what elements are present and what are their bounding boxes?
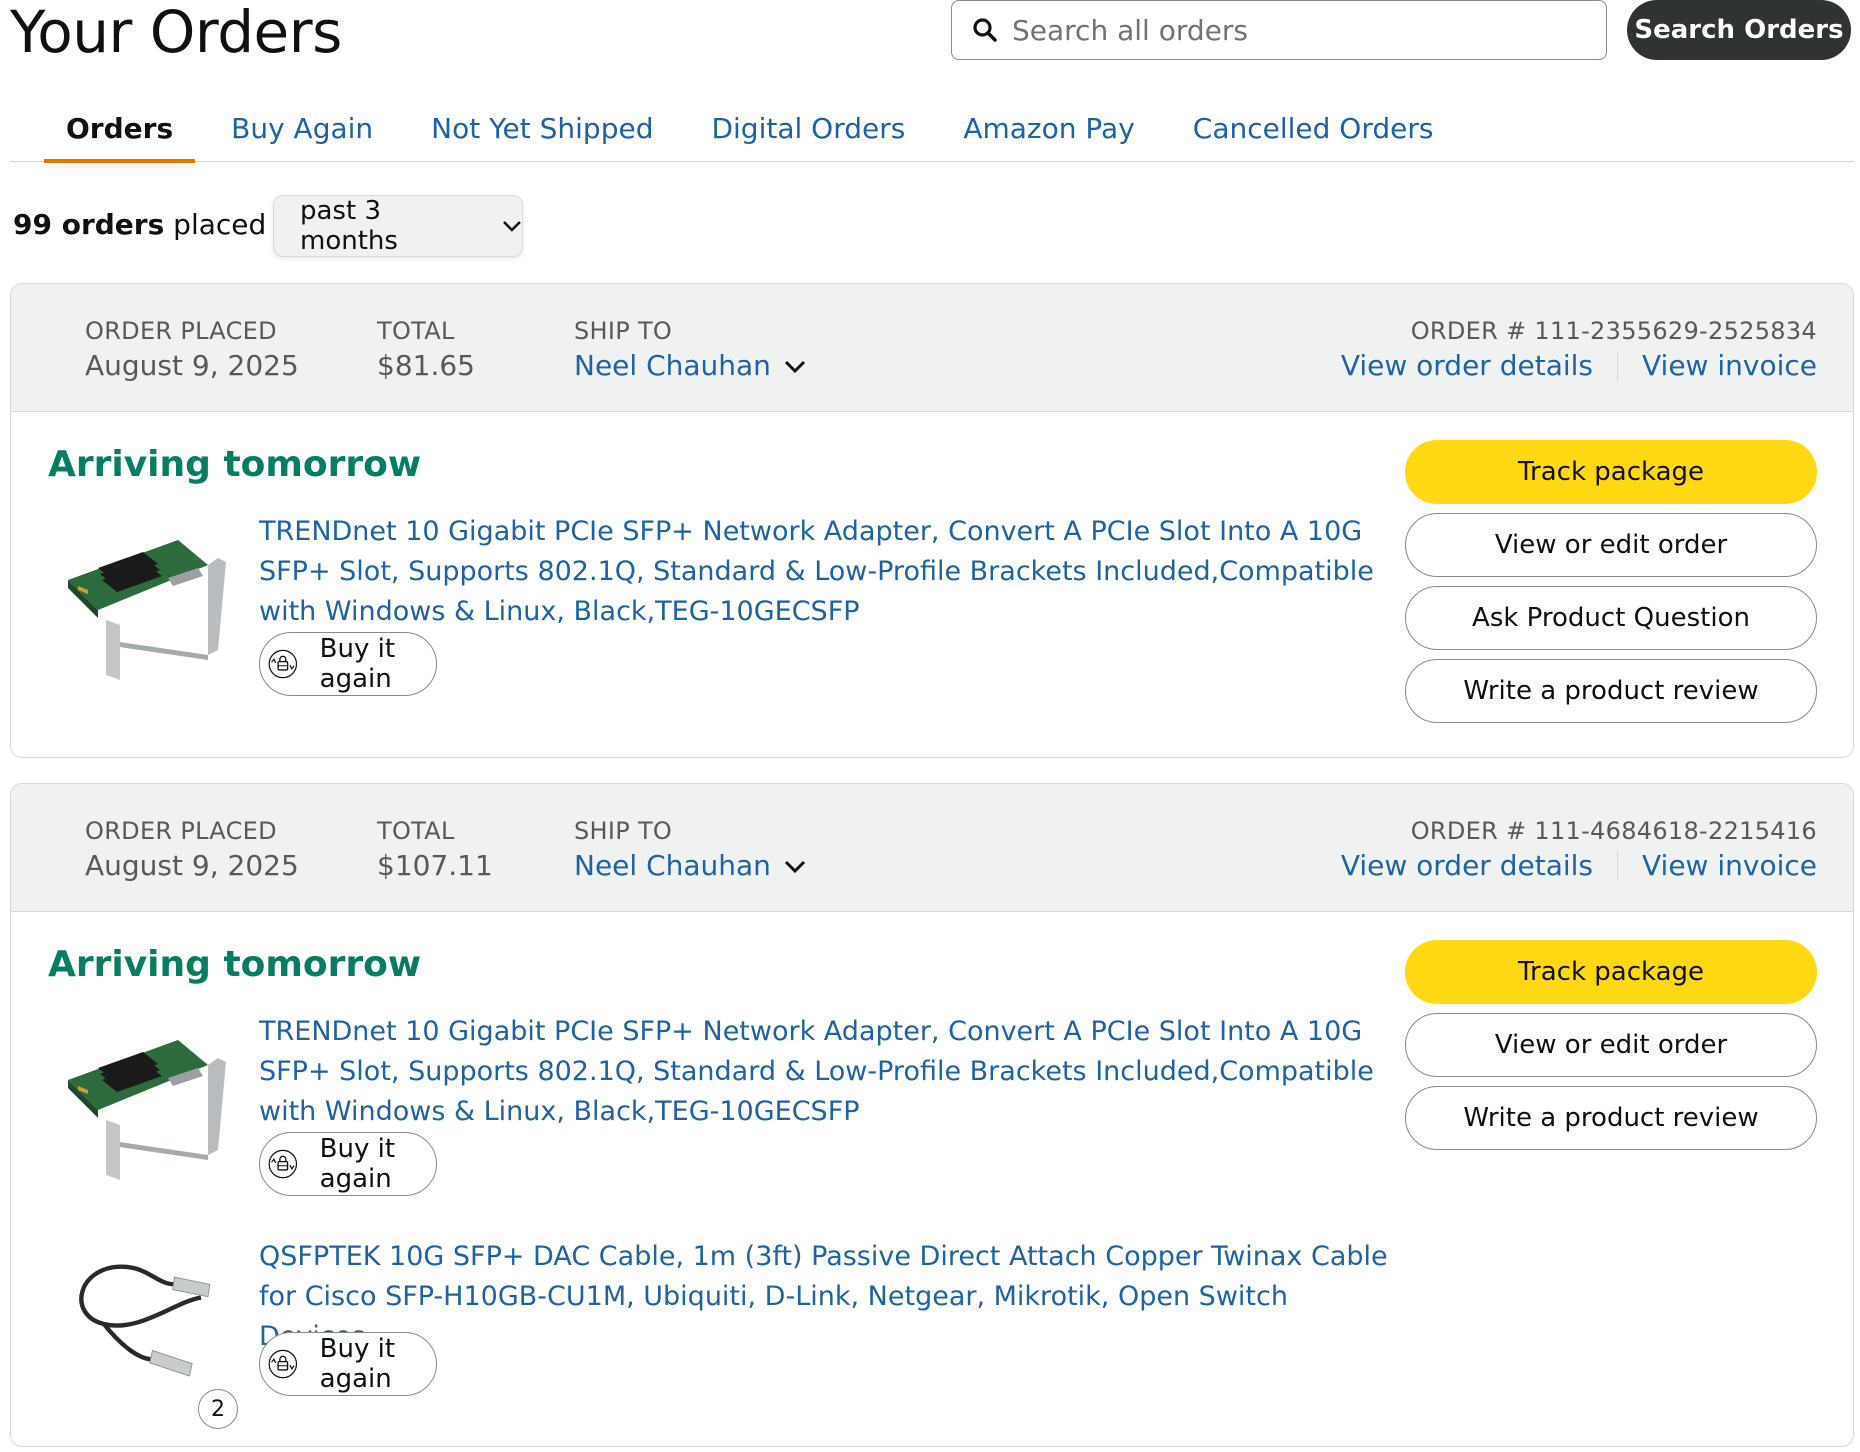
- view-invoice-link[interactable]: View invoice: [1642, 846, 1817, 886]
- order-placed-col: ORDER PLACED August 9, 2025: [85, 316, 299, 386]
- order-tabs: Orders Buy Again Not Yet Shipped Digital…: [10, 100, 1854, 163]
- track-package-button[interactable]: Track package: [1405, 440, 1817, 504]
- order-total: $107.11: [377, 849, 493, 882]
- product-title-link[interactable]: TRENDnet 10 Gigabit PCIe SFP+ Network Ad…: [259, 1012, 1379, 1132]
- total-col: TOTAL $81.65: [377, 316, 475, 386]
- order-date: August 9, 2025: [85, 849, 299, 882]
- buy-again-icon: [268, 1139, 298, 1189]
- ship-to-col: SHIP TO Neel Chauhan: [574, 316, 807, 386]
- product-image[interactable]: [58, 1249, 238, 1399]
- product-title-link[interactable]: QSFPTEK 10G SFP+ DAC Cable, 1m (3ft) Pas…: [259, 1237, 1399, 1357]
- buy-again-icon: [268, 1339, 298, 1389]
- buy-it-again-label: Buy it again: [319, 634, 396, 694]
- tab-not-yet-shipped[interactable]: Not Yet Shipped: [431, 100, 653, 162]
- search-icon: [973, 18, 997, 42]
- order-header: ORDER PLACED August 9, 2025 TOTAL $81.65…: [11, 284, 1853, 412]
- total-label: TOTAL: [377, 317, 455, 345]
- order-actions: Track package View or edit order Write a…: [1405, 940, 1817, 1150]
- buy-it-again-button[interactable]: Buy it again: [259, 1132, 438, 1196]
- write-review-button[interactable]: Write a product review: [1405, 1086, 1817, 1150]
- tab-digital-orders[interactable]: Digital Orders: [711, 100, 905, 162]
- order-card: ORDER PLACED August 9, 2025 TOTAL $107.1…: [10, 783, 1854, 1447]
- delivery-status: Arriving tomorrow: [48, 944, 422, 985]
- order-body: Arriving tomorrow TRENDnet 10 Gigabit PC…: [11, 912, 1853, 1446]
- delivery-status: Arriving tomorrow: [48, 444, 422, 485]
- chevron-down-icon: [784, 360, 805, 374]
- search-box[interactable]: [951, 0, 1607, 60]
- ask-product-question-button[interactable]: Ask Product Question: [1405, 586, 1817, 650]
- chevron-down-icon: [503, 221, 521, 232]
- buy-it-again-button[interactable]: Buy it again: [259, 632, 438, 696]
- buy-it-again-label: Buy it again: [319, 1334, 396, 1394]
- product-image[interactable]: [58, 1020, 238, 1190]
- product-image[interactable]: [58, 520, 238, 690]
- ship-to-label: SHIP TO: [574, 317, 673, 345]
- order-number-col: ORDER # 111-2355629-2525834 View order d…: [1341, 316, 1817, 386]
- order-number: ORDER # 111-2355629-2525834: [1410, 317, 1817, 345]
- ship-to-name: Neel Chauhan: [574, 849, 771, 882]
- view-order-details-link[interactable]: View order details: [1341, 846, 1593, 886]
- order-number: ORDER # 111-4684618-2215416: [1410, 817, 1817, 845]
- period-dropdown[interactable]: past 3 months: [273, 195, 523, 257]
- search-orders-button[interactable]: Search Orders: [1627, 0, 1851, 60]
- buy-it-again-button[interactable]: Buy it again: [259, 1332, 438, 1396]
- order-actions: Track package View or edit order Ask Pro…: [1405, 440, 1817, 723]
- tab-cancelled-orders[interactable]: Cancelled Orders: [1193, 100, 1434, 162]
- total-col: TOTAL $107.11: [377, 816, 493, 886]
- view-invoice-link[interactable]: View invoice: [1642, 346, 1817, 386]
- order-card: ORDER PLACED August 9, 2025 TOTAL $81.65…: [10, 283, 1854, 758]
- search-input[interactable]: [1012, 13, 1572, 47]
- ship-to-col: SHIP TO Neel Chauhan: [574, 816, 807, 886]
- tab-orders[interactable]: Orders: [43, 100, 196, 163]
- product-title-link[interactable]: TRENDnet 10 Gigabit PCIe SFP+ Network Ad…: [259, 512, 1379, 632]
- order-header: ORDER PLACED August 9, 2025 TOTAL $107.1…: [11, 784, 1853, 912]
- divider: [1617, 351, 1619, 381]
- order-placed-col: ORDER PLACED August 9, 2025: [85, 816, 299, 886]
- order-number-col: ORDER # 111-4684618-2215416 View order d…: [1341, 816, 1817, 886]
- order-placed-label: ORDER PLACED: [85, 817, 277, 845]
- page-title: Your Orders: [10, 0, 342, 66]
- view-edit-order-button[interactable]: View or edit order: [1405, 1013, 1817, 1077]
- period-value: past 3 months: [300, 196, 398, 256]
- order-body: Arriving tomorrow TRENDnet 10 Gigabit PC…: [11, 412, 1853, 757]
- order-count: 99 orders placed in: [13, 208, 301, 241]
- tab-buy-again[interactable]: Buy Again: [231, 100, 373, 162]
- track-package-button[interactable]: Track package: [1405, 940, 1817, 1004]
- ship-to-label: SHIP TO: [574, 817, 673, 845]
- view-order-details-link[interactable]: View order details: [1341, 346, 1593, 386]
- ship-to-name: Neel Chauhan: [574, 349, 771, 382]
- divider: [1617, 851, 1619, 881]
- write-review-button[interactable]: Write a product review: [1405, 659, 1817, 723]
- order-total: $81.65: [377, 349, 475, 382]
- order-date: August 9, 2025: [85, 349, 299, 382]
- total-label: TOTAL: [377, 817, 455, 845]
- quantity-badge: 2: [198, 1389, 238, 1429]
- order-placed-label: ORDER PLACED: [85, 317, 277, 345]
- ship-to-dropdown[interactable]: Neel Chauhan: [574, 346, 807, 386]
- buy-it-again-label: Buy it again: [319, 1134, 396, 1194]
- buy-again-icon: [268, 639, 298, 689]
- order-count-number: 99 orders: [13, 208, 165, 241]
- ship-to-dropdown[interactable]: Neel Chauhan: [574, 846, 807, 886]
- view-edit-order-button[interactable]: View or edit order: [1405, 513, 1817, 577]
- tab-amazon-pay[interactable]: Amazon Pay: [963, 100, 1134, 162]
- chevron-down-icon: [784, 860, 805, 874]
